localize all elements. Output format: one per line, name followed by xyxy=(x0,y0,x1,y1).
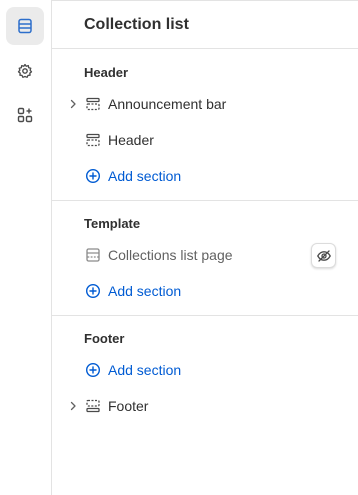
eye-hidden-icon xyxy=(316,249,331,262)
section-item-announcement-bar[interactable]: Announcement bar xyxy=(52,89,358,119)
panel-header: Collection list xyxy=(52,1,358,49)
divider xyxy=(52,315,358,316)
settings-nav-button[interactable] xyxy=(6,52,44,90)
toggle-visibility-button[interactable] xyxy=(311,243,336,268)
add-section-label: Add section xyxy=(108,362,182,378)
apps-nav-button[interactable] xyxy=(6,96,44,134)
gear-icon xyxy=(17,63,33,78)
sidebar-rail xyxy=(0,0,52,495)
plus-circle-icon xyxy=(85,168,101,184)
group-title-header: Header xyxy=(84,65,129,80)
section-item-label: Footer xyxy=(108,398,149,414)
section-item-footer[interactable]: Footer xyxy=(52,391,358,421)
apps-add-icon xyxy=(17,107,33,123)
add-section-label: Add section xyxy=(108,168,182,184)
plus-circle-icon xyxy=(85,283,101,299)
section-layout-icon xyxy=(86,97,100,111)
group-title-template: Template xyxy=(84,216,141,231)
page-title: Collection list xyxy=(84,16,189,33)
section-item-header[interactable]: Header xyxy=(52,125,358,155)
add-section-button-header[interactable]: Add section xyxy=(52,161,358,191)
group-title-footer: Footer xyxy=(84,331,125,346)
template-section-icon xyxy=(86,248,100,262)
chevron-right-icon[interactable] xyxy=(67,400,79,412)
sections-nav-button[interactable] xyxy=(6,7,44,45)
add-section-button-template[interactable]: Add section xyxy=(52,276,358,306)
sections-panel: Collection list Header Announcement bar … xyxy=(52,0,358,495)
add-section-button-footer[interactable]: Add section xyxy=(52,355,358,385)
section-item-label: Header xyxy=(108,132,154,148)
sections-icon xyxy=(18,18,32,34)
footer-section-icon xyxy=(86,399,100,413)
section-layout-icon xyxy=(86,133,100,147)
divider xyxy=(52,200,358,201)
section-item-label: Announcement bar xyxy=(108,96,227,112)
plus-circle-icon xyxy=(85,362,101,378)
section-item-label: Collections list page xyxy=(108,247,233,263)
add-section-label: Add section xyxy=(108,283,182,299)
chevron-right-icon[interactable] xyxy=(67,98,79,110)
